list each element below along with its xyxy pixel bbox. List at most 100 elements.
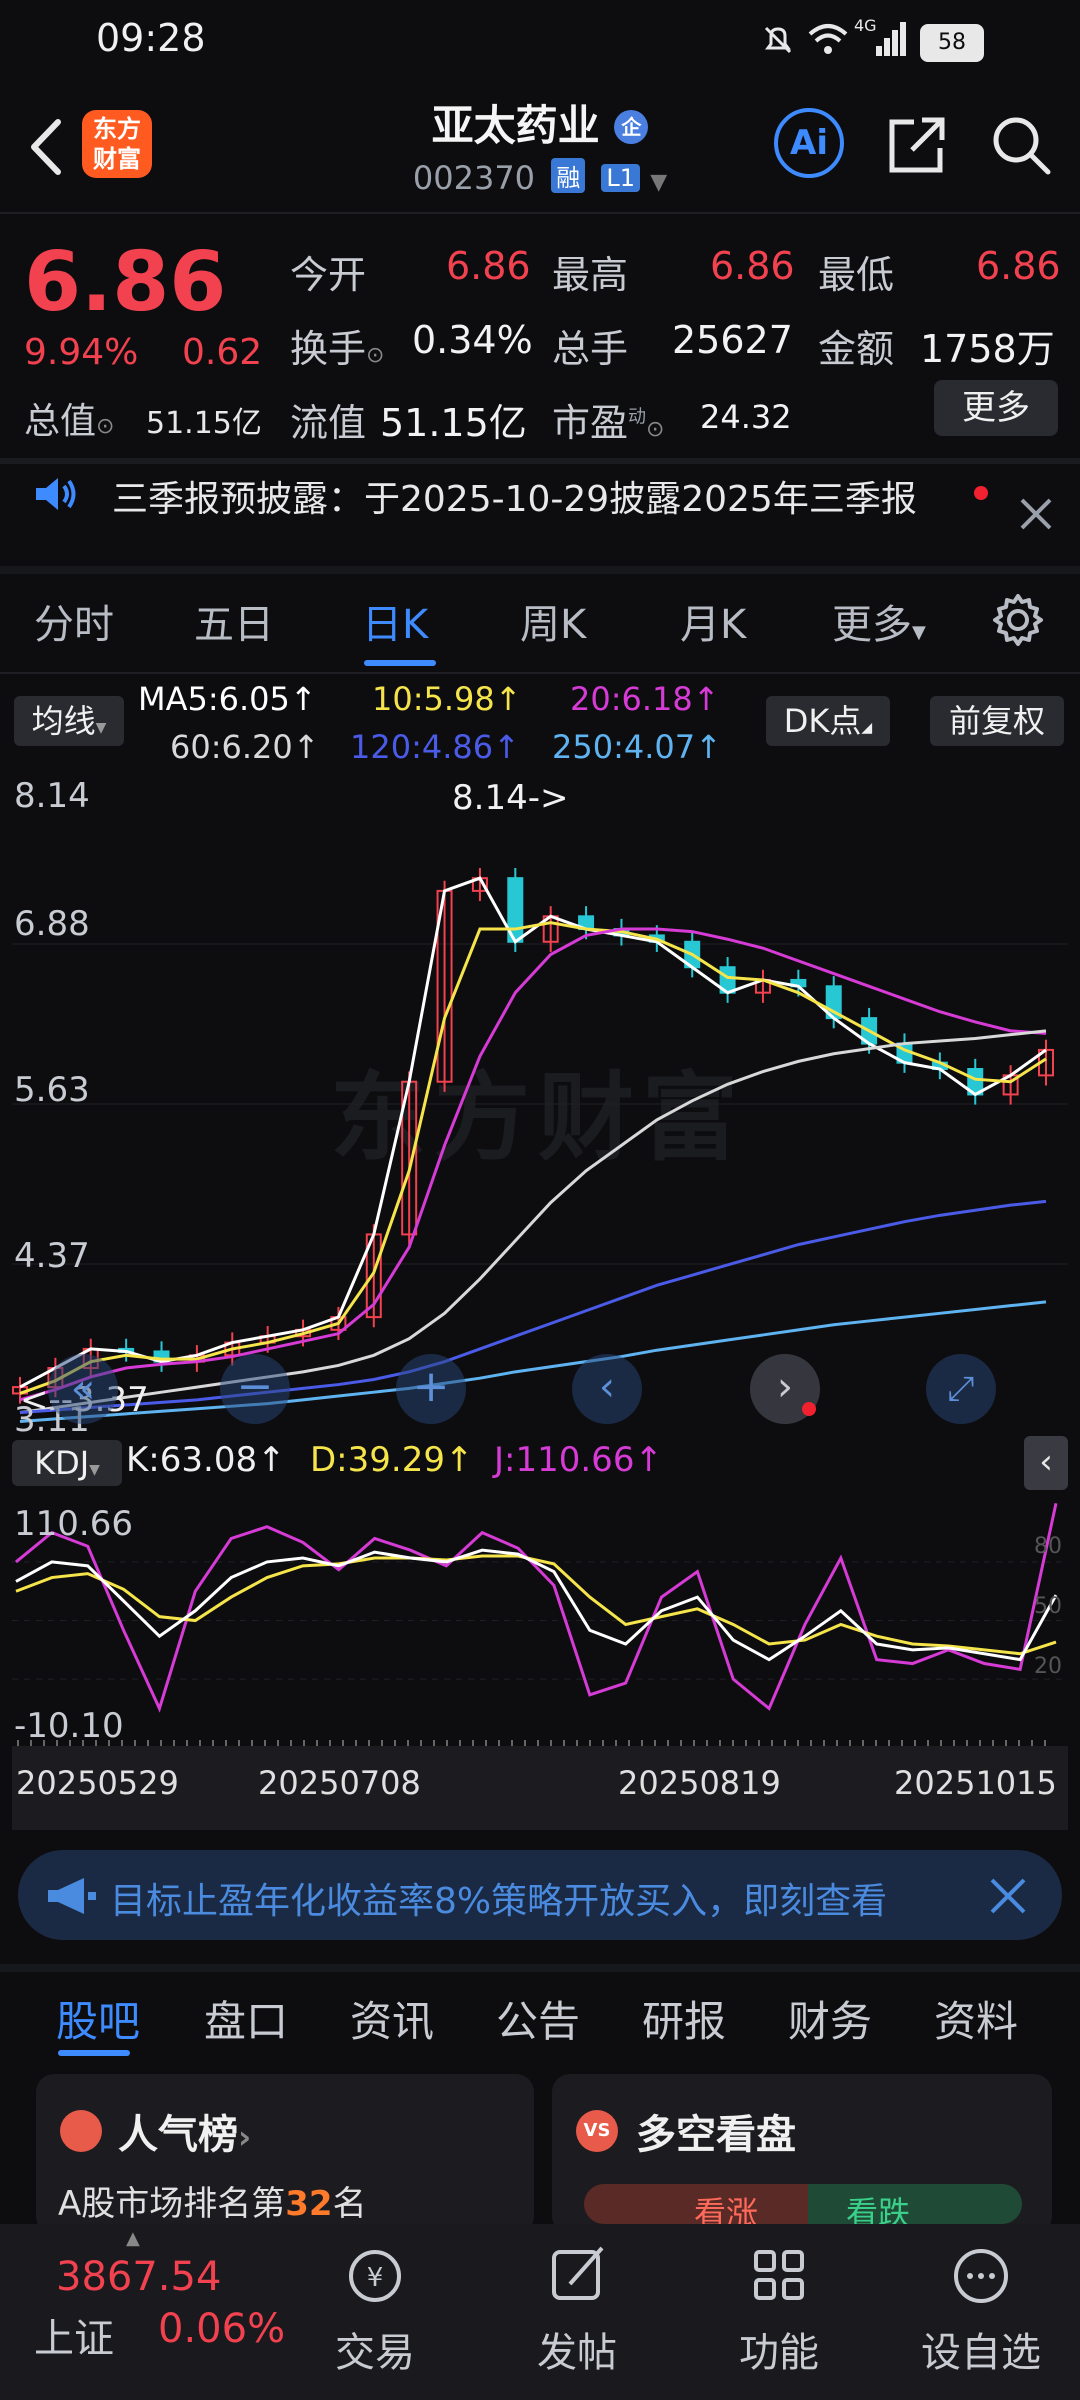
index-change: 0.06%: [158, 2306, 286, 2352]
active-tab-indicator: [364, 660, 436, 666]
promo-close-icon[interactable]: [986, 1874, 1030, 1918]
caret-down-icon: ▼: [95, 720, 107, 736]
margin-tag: 融: [551, 158, 586, 193]
mcap-label-text: 总值: [24, 401, 97, 442]
status-time: 09:28: [96, 16, 206, 60]
fullscreen-icon[interactable]: ⤢: [926, 1354, 996, 1424]
index-value[interactable]: 3867.54: [56, 2254, 221, 2300]
market-cap-value: 51.15亿: [146, 406, 262, 441]
chevron-right-icon: ›: [238, 2118, 252, 2156]
zoom-in-icon[interactable]: +: [396, 1354, 466, 1424]
tab-more[interactable]: 更多▼: [832, 592, 926, 650]
popularity-rank: A股市场排名第32名: [58, 2176, 367, 2225]
kdj-line-J: [15, 1502, 1058, 1713]
corner-arrow-icon: ◢: [861, 720, 873, 736]
vs-icon: VS: [576, 2110, 618, 2152]
rank-number: 32: [285, 2184, 333, 2224]
caret-down-icon: ▼: [89, 1462, 100, 1478]
trade-icon[interactable]: ¥: [300, 2240, 450, 2310]
ma-line-120: [19, 1199, 1047, 1415]
trade-label[interactable]: 交易: [300, 2320, 450, 2378]
scroll-right-dot: [802, 1402, 816, 1416]
add-watchlist-icon[interactable]: [906, 2240, 1056, 2310]
ai-button[interactable]: Ai: [774, 108, 844, 178]
pe-dynamic-mark: 动: [628, 406, 647, 428]
notice-dot: [974, 486, 988, 500]
open-value: 6.86: [446, 244, 531, 288]
add-watchlist-label[interactable]: 设自选: [906, 2320, 1056, 2378]
kdj-select-button[interactable]: KDJ▼: [12, 1440, 122, 1486]
notice-text[interactable]: 三季报预披露：于2025-10-29披露2025年三季报: [112, 470, 952, 522]
tab-more-label: 更多: [832, 602, 912, 648]
ma-line-250: [19, 1300, 1047, 1423]
kdj-k-label: K:63.08↑: [126, 1440, 286, 1480]
tab-profile[interactable]: 资料: [934, 1988, 1018, 2049]
tab-intraday[interactable]: 分时: [34, 592, 114, 650]
dk-label: DK点: [783, 702, 862, 740]
tab-weekly-k[interactable]: 周K: [520, 592, 586, 650]
ma-select-button[interactable]: 均线▼: [14, 696, 124, 746]
scroll-left-icon[interactable]: ‹: [572, 1354, 642, 1424]
ma-line-60: [19, 1029, 1047, 1415]
tab-announcements[interactable]: 公告: [496, 1988, 580, 2049]
pe-label: 市盈动⊙: [552, 392, 664, 447]
kdj-d-label: D:39.29↑: [310, 1440, 474, 1480]
scroll-left-fast-icon[interactable]: «: [48, 1354, 118, 1424]
kdj-right-80: 80: [1034, 1534, 1062, 1559]
functions-label[interactable]: 功能: [704, 2320, 854, 2378]
tab-news[interactable]: 资讯: [350, 1988, 434, 2049]
tab-forum[interactable]: 股吧: [56, 1988, 140, 2049]
more-quote-button[interactable]: 更多: [934, 380, 1058, 436]
share-icon[interactable]: [884, 112, 950, 178]
battery-icon: 58: [920, 24, 984, 62]
signal-icon: 4G: [854, 16, 910, 60]
high-value: 6.86: [710, 244, 795, 288]
ma10-label: 10:5.98↑: [372, 680, 522, 718]
tab-financials[interactable]: 财务: [788, 1988, 872, 2049]
collapse-indicator-button[interactable]: ‹: [1024, 1436, 1068, 1490]
index-caret-icon: ▲: [126, 2228, 140, 2249]
ma-button-label: 均线: [31, 702, 96, 740]
tab-orderbook[interactable]: 盘口: [204, 1988, 288, 2049]
post-icon[interactable]: [502, 2240, 652, 2310]
forum-tab-indicator: [58, 2050, 130, 2056]
bear-button[interactable]: [808, 2184, 1022, 2224]
tab-daily-k[interactable]: 日K: [362, 592, 428, 650]
high-label: 最高: [552, 253, 629, 297]
svg-text:¥: ¥: [367, 2263, 384, 2293]
stock-code: 002370: [412, 159, 536, 197]
tab-monthly-k[interactable]: 月K: [680, 592, 746, 650]
y-tick-3: 5.63: [14, 1070, 90, 1110]
post-label[interactable]: 发帖: [502, 2320, 652, 2378]
enterprise-badge: 企: [614, 110, 649, 144]
settings-gear-icon[interactable]: [990, 592, 1046, 648]
kdj-y-max: 110.66: [14, 1504, 133, 1544]
tab-research[interactable]: 研报: [642, 1988, 726, 2049]
x-tick-2: 20250708: [258, 1764, 421, 1802]
zoom-out-icon[interactable]: −: [220, 1354, 290, 1424]
close-notice-icon[interactable]: [1016, 494, 1056, 534]
info-icon: ⊙: [96, 414, 115, 439]
kline-chart[interactable]: [12, 774, 1068, 1434]
speaker-icon: [32, 474, 80, 514]
amount-label: 金额: [818, 327, 895, 371]
functions-icon[interactable]: [704, 2240, 854, 2310]
popularity-title-text: 人气榜: [118, 2112, 238, 2158]
ai-label: Ai: [790, 123, 828, 163]
kdj-chart[interactable]: [12, 1494, 1068, 1746]
search-icon[interactable]: [988, 112, 1054, 178]
tab-five-day[interactable]: 五日: [194, 592, 274, 650]
kdj-right-20: 20: [1034, 1654, 1062, 1679]
dk-point-button[interactable]: DK点◢: [766, 696, 890, 746]
kdj-j-label: J:110.66↑: [494, 1440, 663, 1480]
bull-bear-title: 多空看盘: [636, 2112, 796, 2158]
megaphone-icon: [44, 1876, 98, 1916]
caret-down-icon: ▼: [912, 622, 926, 643]
adjust-price-button[interactable]: 前复权: [930, 696, 1064, 746]
pe-value: 24.32: [700, 398, 792, 436]
ma-line-MA5: [19, 876, 1047, 1389]
promo-text[interactable]: 目标止盈年化收益率8%策略开放买入，即刻查看: [110, 1872, 950, 1924]
float-value: 51.15亿: [380, 401, 527, 445]
change-percent: 9.94%: [24, 332, 139, 373]
turnover-label: 换手⊙: [290, 318, 384, 373]
